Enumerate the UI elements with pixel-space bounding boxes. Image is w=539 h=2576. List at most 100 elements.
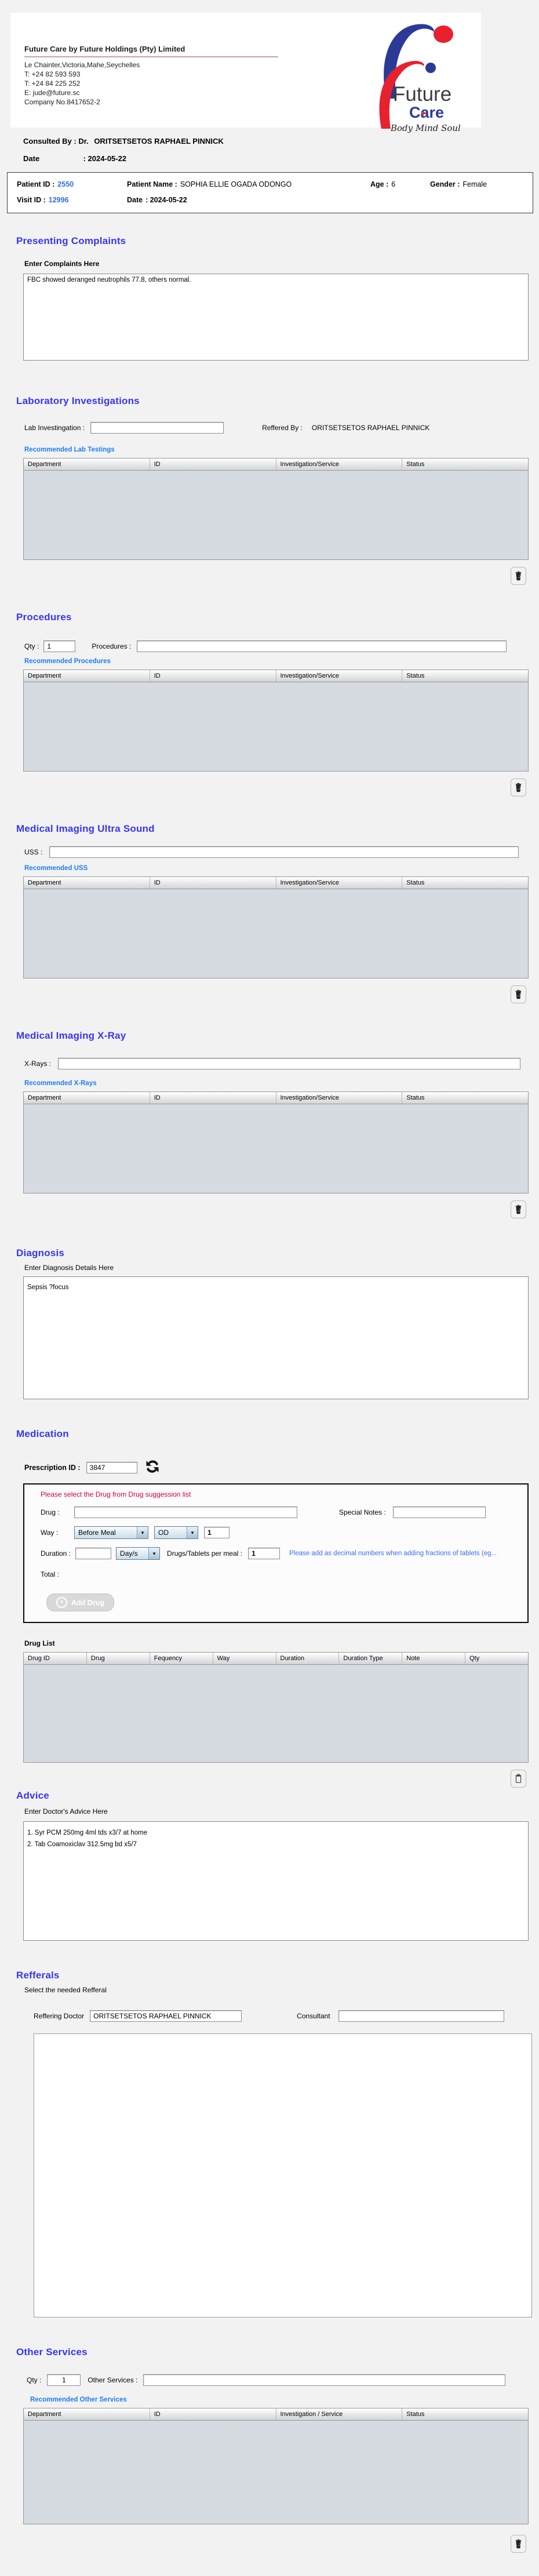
refferal-list-box[interactable]	[34, 2033, 532, 2317]
special-notes-label: Special Notes :	[339, 1508, 386, 1516]
drug-list-table: Drug ID Drug Fequency Way Duration Durat…	[23, 1652, 529, 1763]
complaints-textarea[interactable]: FBC showed deranged neutrophils 77.8, ot…	[23, 274, 529, 361]
consultation-date: : 2024-05-22	[83, 154, 126, 163]
delete-xray-button[interactable]	[511, 1200, 526, 1218]
xray-table-header: Department ID Investigation/Service Stat…	[23, 1091, 529, 1104]
other-col-service: Investigation / Service	[276, 2408, 403, 2420]
refresh-prescription-button[interactable]	[144, 1458, 161, 1476]
drug-input[interactable]	[74, 1507, 297, 1518]
procedures-input[interactable]	[137, 641, 507, 652]
other-services-input[interactable]	[143, 2374, 505, 2386]
other-col-status: Status	[402, 2408, 528, 2420]
lab-testings-table: Department ID Investigation/Service Stat…	[23, 458, 529, 560]
age-label: Age :	[370, 180, 388, 188]
consultant-input[interactable]	[338, 2010, 504, 2022]
patient-name-label: Patient Name :	[127, 180, 177, 188]
recommended-other-services-label: Recommended Other Services	[30, 2396, 539, 2403]
xray-label: X-Rays :	[24, 1060, 51, 1068]
duration-type-select[interactable]: Day/s ▼	[116, 1547, 160, 1560]
procedures-col-department: Department	[24, 670, 150, 682]
drug-col-id: Drug ID	[24, 1653, 87, 1664]
drug-list-body[interactable]	[23, 1665, 529, 1763]
reffering-doctor-input[interactable]	[90, 2010, 242, 2022]
total-label: Total :	[41, 1570, 59, 1578]
add-drug-button[interactable]: + Add Drug	[46, 1593, 114, 1611]
consultation-form-page: Future Care by Future Holdings (Pty) Lim…	[0, 13, 539, 2576]
logo-tagline: Body Mind Soul	[390, 123, 461, 133]
trash-outline-icon	[515, 1773, 522, 1784]
lab-col-status: Status	[402, 459, 528, 470]
company-phone-2: T: +24 84 225 252	[24, 79, 278, 88]
trash-icon	[515, 1204, 522, 1215]
drug-col-qty: Qty	[465, 1653, 528, 1664]
chevron-down-icon: ▼	[148, 1548, 159, 1559]
drug-col-frequency: Fequency	[150, 1653, 213, 1664]
company-info: Future Care by Future Holdings (Pty) Lim…	[24, 44, 278, 107]
delete-procedures-button[interactable]	[511, 778, 526, 796]
consultation-date-row: Date : 2024-05-22	[23, 154, 539, 163]
prescription-id-input[interactable]	[86, 1462, 137, 1473]
xray-input[interactable]	[58, 1058, 520, 1069]
procedures-qty-input[interactable]	[43, 641, 75, 652]
drug-col-duration: Duration	[276, 1653, 340, 1664]
chevron-down-icon: ▼	[187, 1527, 198, 1538]
gender-label: Gender :	[430, 180, 460, 188]
date-label: Date	[23, 154, 81, 163]
uss-label: USS :	[24, 848, 42, 856]
lab-table-body[interactable]	[23, 471, 529, 560]
recommended-uss-label: Recommended USS	[24, 865, 539, 872]
advice-textarea[interactable]: 1. Syr PCM 250mg 4ml tds x3/7 at home 2.…	[23, 1821, 529, 1941]
xray-table-body[interactable]	[23, 1104, 529, 1194]
xray-col-service: Investigation/Service	[276, 1092, 403, 1104]
other-services-table-body[interactable]	[23, 2421, 529, 2524]
delete-drug-button[interactable]	[511, 1770, 526, 1788]
patient-id-label: Patient ID :	[17, 180, 54, 188]
procedures-qty-label: Qty :	[24, 642, 39, 650]
duration-input[interactable]	[75, 1548, 111, 1559]
delete-other-services-button[interactable]	[511, 2535, 526, 2553]
delete-uss-button[interactable]	[511, 985, 526, 1003]
recommended-procedures-label: Recommended Procedures	[24, 658, 539, 665]
logo-word-care: Care	[409, 104, 444, 121]
trash-icon	[515, 989, 522, 1000]
add-drug-label: Add Drug	[71, 1599, 104, 1607]
other-col-department: Department	[24, 2408, 150, 2420]
meal-select-value: Before Meal	[78, 1529, 116, 1537]
trash-icon	[515, 570, 522, 581]
xray-col-department: Department	[24, 1092, 150, 1104]
xray-col-id: ID	[150, 1092, 276, 1104]
meal-select[interactable]: Before Meal ▼	[74, 1526, 148, 1539]
other-services-qty-input[interactable]	[47, 2374, 81, 2386]
diagnosis-textarea[interactable]: Sepsis ?focus	[23, 1276, 529, 1399]
uss-table-body[interactable]	[23, 889, 529, 978]
xray-col-status: Status	[402, 1092, 528, 1104]
reffered-by-label: Reffered By :	[262, 424, 303, 432]
gender-value: Female	[462, 180, 487, 188]
other-services-table-header: Department ID Investigation / Service St…	[23, 2408, 529, 2421]
section-title-other-services: Other Services	[16, 2346, 539, 2358]
visit-id-field: Visit ID :12996	[17, 196, 127, 204]
lab-col-service: Investigation/Service	[276, 459, 403, 470]
logo-heart-icon: ♥	[421, 109, 425, 118]
advice-sublabel: Enter Doctor's Advice Here	[24, 1807, 539, 1815]
procedures-table-body[interactable]	[23, 682, 529, 772]
lab-investigation-input[interactable]	[90, 422, 224, 434]
company-number: Company No.8417652-2	[24, 97, 278, 107]
drug-col-note: Note	[402, 1653, 465, 1664]
patient-row-1: Patient ID :2550 Patient Name :SOPHIA EL…	[17, 180, 523, 188]
uss-table: Department ID Investigation/Service Stat…	[23, 876, 529, 978]
procedures-col-service: Investigation/Service	[276, 670, 403, 682]
trash-icon	[515, 2538, 522, 2549]
frequency-select[interactable]: OD ▼	[154, 1526, 198, 1539]
per-meal-input[interactable]	[248, 1548, 280, 1559]
procedures-col-status: Status	[402, 670, 528, 682]
way-qty-input[interactable]	[204, 1527, 230, 1538]
complaints-sublabel: Enter Complaints Here	[24, 260, 539, 268]
special-notes-input[interactable]	[393, 1507, 486, 1518]
delete-lab-button[interactable]	[511, 567, 526, 585]
reffering-doctor-label: Reffering Doctor	[34, 2012, 84, 2020]
frequency-select-value: OD	[158, 1529, 169, 1537]
uss-input[interactable]	[49, 846, 519, 858]
letterhead: Future Care by Future Holdings (Pty) Lim…	[10, 13, 481, 128]
recommended-xray-label: Recommended X-Rays	[24, 1080, 539, 1087]
